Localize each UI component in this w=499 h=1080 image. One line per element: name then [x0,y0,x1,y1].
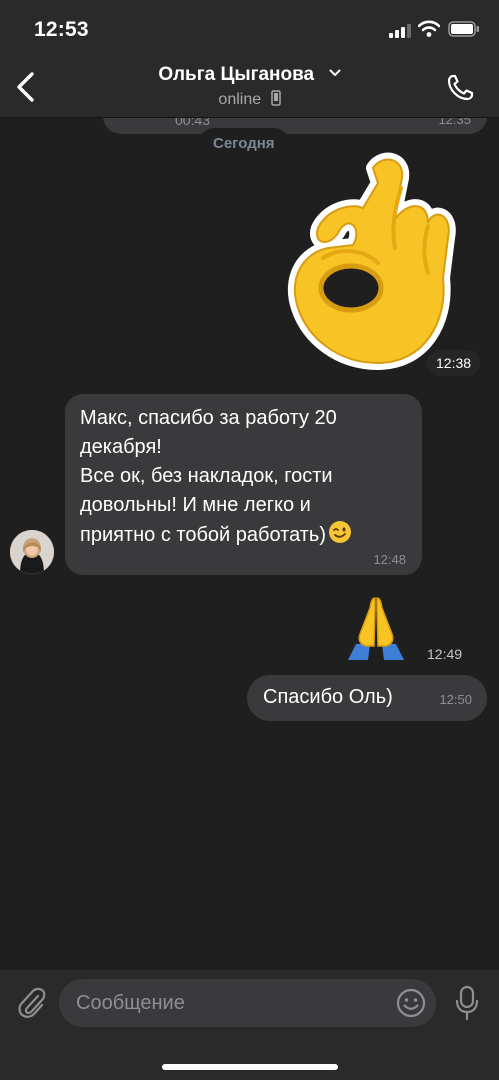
outgoing-message-text: Спасибо Оль) [263,686,393,708]
chat-header: Ольга Цыганова online [0,58,499,118]
sticker-time: 12:38 [427,350,481,376]
phone-call-icon[interactable] [444,72,476,104]
message-input[interactable] [59,979,436,1027]
message-list[interactable]: 00:43 12:35 Сегодня 12:38 Макс, спасибо … [0,118,499,970]
message-line-with-emoji: приятно с тобой работать) [80,520,410,550]
date-separator: Сегодня [198,128,290,160]
incoming-message-text: Макс, спасибо за работу 20 декабря! Все … [80,404,410,550]
wifi-icon [418,20,440,37]
outgoing-message-bubble[interactable]: Спасибо Оль) 12:50 [247,675,487,721]
chat-title-row[interactable]: Ольга Цыганова [0,64,499,86]
previous-call-bubble[interactable]: 00:43 12:35 [103,118,487,134]
message-line: декабря! [80,436,162,458]
folded-hands-emoji[interactable] [342,594,410,660]
mobile-device-icon [270,90,281,106]
message-line: приятно с тобой работать) [80,524,327,546]
status-bar: 12:53 [0,0,499,58]
message-line: довольны! И мне легко и [80,494,311,516]
paperclip-icon[interactable] [16,986,46,1020]
message-time: 12:35 [438,118,471,127]
chat-title[interactable]: Ольга Цыганова [158,64,314,86]
avatar[interactable] [10,530,54,574]
avatar-image [10,530,54,574]
microphone-icon[interactable] [455,985,479,1021]
battery-icon [448,21,479,37]
message-composer [0,970,499,1080]
message-time: 12:50 [439,692,472,707]
home-indicator[interactable] [162,1064,338,1070]
incoming-message-bubble[interactable]: Макс, спасибо за работу 20 декабря! Все … [65,394,422,575]
status-time: 12:53 [34,18,89,41]
message-line: Все ок, без накладок, гости [80,465,333,487]
ok-hand-sticker[interactable] [283,148,463,378]
presence-row: online [0,90,499,109]
message-time: 12:48 [373,552,406,567]
cellular-signal-icon [389,24,411,38]
emoji-smiley-icon[interactable] [396,988,426,1018]
message-time: 12:49 [427,646,463,662]
message-line: Макс, спасибо за работу 20 [80,407,337,429]
presence-status: online [218,91,262,108]
call-duration: 00:43 [175,118,211,128]
chevron-down-icon[interactable] [329,69,341,77]
winking-face-icon [329,521,352,543]
